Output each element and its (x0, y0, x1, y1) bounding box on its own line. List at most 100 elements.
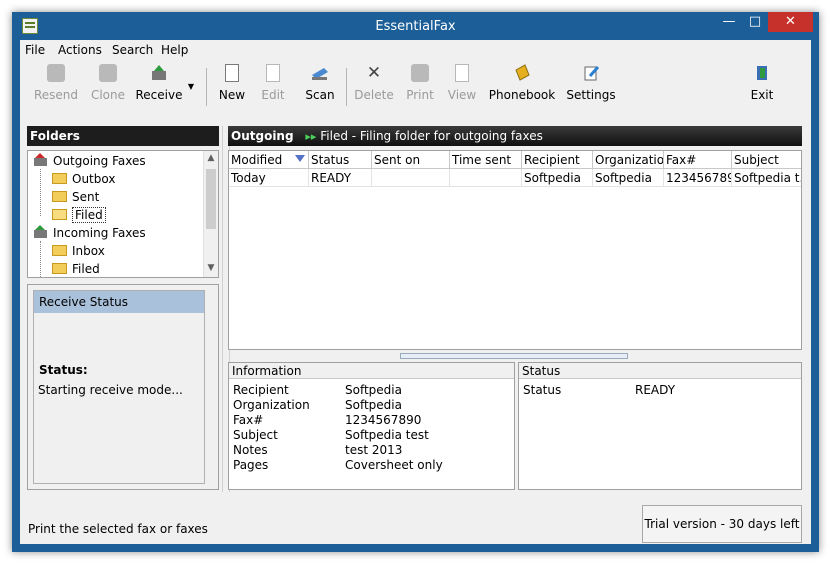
menu-file[interactable]: File (25, 43, 45, 57)
scrollbar-thumb[interactable] (206, 169, 216, 229)
info-key: Subject (233, 428, 278, 442)
column-organization[interactable]: Organization (593, 151, 664, 169)
chevron-down-icon: ▼ (187, 82, 195, 91)
tree-item-filed-incoming[interactable]: Filed (52, 260, 100, 277)
phonebook-button[interactable]: Phonebook (486, 64, 558, 108)
tree-item-inbox[interactable]: Inbox (52, 242, 105, 260)
info-key: Notes (233, 443, 268, 457)
resend-icon (47, 64, 65, 82)
minimize-button[interactable]: — (716, 12, 742, 32)
view-button[interactable]: View (444, 64, 480, 108)
column-subject[interactable]: Subject (732, 151, 801, 169)
scan-button[interactable]: Scan (300, 64, 340, 108)
exit-door-icon (753, 64, 771, 82)
tree-item-outbox[interactable]: Outbox (52, 170, 115, 188)
folders-header: Folders (27, 126, 219, 146)
receive-label: Receive (135, 88, 183, 102)
info-key: Pages (233, 458, 269, 472)
scroll-up-icon[interactable]: ▲ (204, 153, 218, 163)
new-label: New (218, 88, 246, 102)
column-recipient[interactable]: Recipient (522, 151, 593, 169)
print-label: Print (406, 88, 434, 102)
tree-item-label: Sent (72, 190, 100, 204)
splitter-grip[interactable] (400, 353, 628, 359)
menu-help[interactable]: Help (161, 43, 188, 57)
scanner-icon (311, 64, 329, 82)
phonebook-icon (513, 64, 531, 82)
fax-list[interactable]: Modified Status Sent on Time sent Recipi… (228, 150, 802, 350)
column-modified[interactable]: Modified (229, 151, 309, 169)
edit-button[interactable]: Edit (256, 64, 290, 108)
status-detail-header: Status (519, 363, 801, 379)
receive-status-panel: Receive Status Status: Starting receive … (27, 284, 219, 490)
exit-label: Exit (750, 88, 774, 102)
delete-label: Delete (354, 88, 394, 102)
delete-button[interactable]: ✕ Delete (352, 64, 396, 108)
app-window: EssentialFax — □ ✕ File Actions Search H… (12, 12, 819, 552)
printer-icon (411, 64, 429, 82)
tree-item-label: Filed (72, 262, 100, 276)
tree-item-outgoing-faxes[interactable]: Outgoing Faxes (33, 152, 146, 170)
folder-tree[interactable]: Outgoing Faxes Outbox Sent Filed Incomin… (27, 150, 219, 278)
incoming-faxes-icon (33, 225, 48, 239)
view-label: View (447, 88, 477, 102)
menu-bar: File Actions Search Help (20, 40, 811, 60)
close-button[interactable]: ✕ (768, 12, 813, 32)
outgoing-faxes-icon (33, 153, 48, 167)
toolbar-separator (206, 68, 207, 106)
window-title: EssentialFax (375, 19, 456, 34)
tree-scrollbar[interactable]: ▲ ▼ (203, 151, 218, 277)
status-label: Status: (39, 363, 88, 377)
column-status[interactable]: Status (309, 151, 372, 169)
clone-icon (99, 64, 117, 82)
resend-button[interactable]: Resend (30, 64, 82, 108)
info-value: Softpedia (345, 383, 402, 397)
tree-item-label: Filed (72, 207, 106, 223)
cell-organization: Softpedia (593, 169, 664, 187)
tree-item-sent[interactable]: Sent (52, 188, 99, 206)
receive-button[interactable]: Receive (134, 64, 184, 108)
new-document-icon (225, 64, 239, 82)
maximize-button[interactable]: □ (742, 12, 768, 32)
column-time-sent[interactable]: Time sent (450, 151, 522, 169)
info-value: Softpedia (345, 398, 402, 412)
tree-guide-line (40, 169, 41, 216)
edit-label: Edit (261, 88, 285, 102)
information-panel: Information Recipient Softpedia Organiza… (228, 362, 515, 490)
delete-icon: ✕ (366, 63, 382, 83)
tree-item-filed-outgoing[interactable]: Filed (52, 206, 106, 224)
info-value: test 2013 (345, 443, 403, 457)
info-key: Recipient (233, 383, 289, 397)
info-key: Fax# (233, 413, 264, 427)
cell-fax-number: 1234567890 (664, 169, 732, 187)
exit-button[interactable]: Exit (742, 64, 782, 108)
cell-recipient: Softpedia (522, 169, 593, 187)
title-bar[interactable]: EssentialFax — □ ✕ (12, 12, 819, 40)
menu-actions[interactable]: Actions (58, 43, 102, 57)
folder-icon (52, 191, 67, 202)
tree-guide-line (40, 241, 41, 277)
outgoing-header-title: Outgoing (231, 129, 294, 143)
horizontal-splitter[interactable] (228, 352, 802, 360)
menu-search[interactable]: Search (112, 43, 153, 57)
new-button[interactable]: New (214, 64, 250, 108)
tree-item-incoming-faxes[interactable]: Incoming Faxes (33, 224, 146, 242)
receive-dropdown[interactable]: ▼ (184, 64, 198, 108)
settings-button[interactable]: Settings (566, 64, 616, 108)
clone-button[interactable]: Clone (88, 64, 128, 108)
print-button[interactable]: Print (402, 64, 438, 108)
status-key: Status (523, 383, 562, 397)
outgoing-header-path: Filed - Filing folder for outgoing faxes (320, 129, 543, 143)
status-value: READY (635, 383, 676, 397)
column-sent-on[interactable]: Sent on (372, 151, 450, 169)
scan-label: Scan (305, 88, 335, 102)
folder-icon (52, 173, 67, 184)
cell-modified: Today (229, 169, 309, 187)
info-value: Coversheet only (345, 458, 443, 472)
scroll-down-icon[interactable]: ▼ (204, 263, 218, 273)
status-text: Starting receive mode... (38, 383, 183, 397)
column-fax-number[interactable]: Fax# (664, 151, 732, 169)
cell-time-sent (450, 169, 522, 187)
view-icon (455, 64, 469, 82)
info-key: Organization (233, 398, 310, 412)
